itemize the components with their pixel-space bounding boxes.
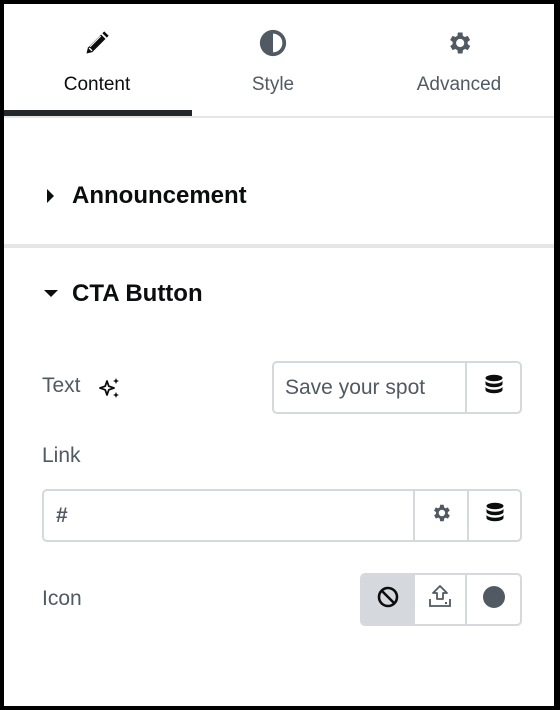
ban-icon [376, 585, 400, 614]
section-cta-button-toggle[interactable]: CTA Button [4, 269, 554, 319]
icon-option-none[interactable] [362, 575, 415, 624]
section-title: Announcement [72, 182, 247, 209]
icon-label: Icon [42, 587, 82, 610]
panel-tabs: Content Style Advanced [4, 4, 554, 120]
caret-down-icon [44, 287, 58, 301]
dynamic-tags-button[interactable] [467, 491, 520, 540]
upload-icon [427, 584, 453, 615]
tab-label: Style [251, 74, 295, 95]
text-input-group: Save your spot [272, 361, 522, 414]
tab-label: Advanced [416, 74, 502, 95]
pencil-icon [82, 28, 112, 58]
icon-option-upload[interactable] [415, 575, 468, 624]
tab-label: Content [63, 74, 131, 95]
editor-panel: Content Style Advanced Announcement CTA … [4, 4, 554, 706]
icon-choice-group [360, 573, 522, 626]
section-divider [4, 244, 554, 248]
dynamic-tags-button[interactable] [467, 363, 520, 412]
tab-advanced[interactable]: Advanced [366, 4, 552, 120]
link-input[interactable] [44, 491, 415, 540]
database-icon [485, 502, 505, 529]
database-icon [484, 374, 504, 401]
link-input-group [42, 489, 522, 542]
text-input[interactable]: Save your spot [274, 363, 467, 412]
section-title: CTA Button [72, 280, 203, 307]
tab-content[interactable]: Content [4, 4, 190, 120]
half-circle-contrast-icon [258, 28, 288, 58]
icon-option-library[interactable] [467, 575, 520, 624]
text-label: Text [42, 374, 81, 397]
gear-icon [430, 502, 452, 529]
link-options-button[interactable] [415, 491, 467, 540]
tabs-divider [4, 116, 554, 118]
caret-right-icon [44, 189, 58, 203]
gear-icon [444, 28, 474, 58]
section-announcement-toggle[interactable]: Announcement [4, 171, 554, 221]
circle-icon [482, 585, 506, 614]
tab-style[interactable]: Style [180, 4, 366, 120]
sparkle-icon[interactable] [98, 376, 122, 400]
link-label: Link [42, 444, 81, 467]
